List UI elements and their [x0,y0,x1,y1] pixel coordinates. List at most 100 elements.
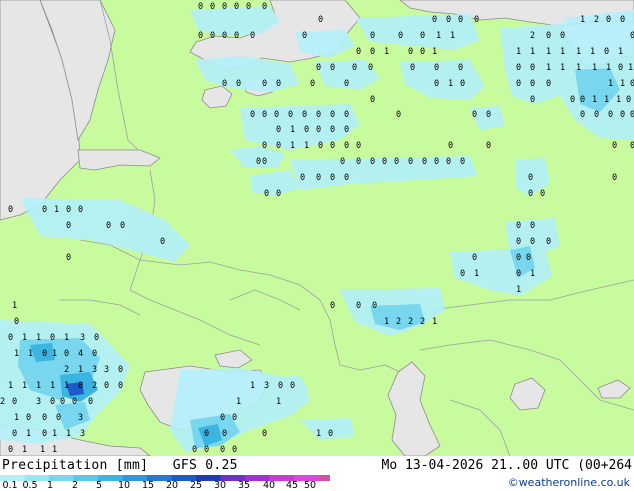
precip-value: 0 [222,2,227,12]
precip-value: 1 [608,79,613,89]
precip-value: 0 [50,333,55,343]
product-label: Precipitation [mm] [2,458,149,473]
precip-value: 0 [516,63,521,73]
precip-value: 0 [408,157,413,167]
precip-value: 1 [530,269,535,279]
precip-value: 0 [560,31,565,41]
precip-value: 0 [310,79,315,89]
precip-value: 1 [22,333,27,343]
precip-value: 0 [250,110,255,120]
precip-value: 1 [14,349,19,359]
precip-value: 0 [472,110,477,120]
precip-value: 0 [434,63,439,73]
precip-value: 1 [516,47,521,57]
precip-value: 0 [262,429,267,439]
precip-value: 0 [458,63,463,73]
precip-value: 1 [576,63,581,73]
precip-value: 0 [612,173,617,183]
precip-value: 0 [330,125,335,135]
precip-value: 0 [344,141,349,151]
precip-value: 0 [458,15,463,25]
precip-value: 0 [64,349,69,359]
precip-value: 1 [530,47,535,57]
precip-value: 1 [604,95,609,105]
precip-value: 1 [22,381,27,391]
precip-value: 0 [274,110,279,120]
precip-value: 0 [222,79,227,89]
precip-value: 0 [370,157,375,167]
precip-value: 1 [64,381,69,391]
precip-value: 0 [330,141,335,151]
precip-value: 0 [262,110,267,120]
precip-value: 0 [72,397,77,407]
precip-value: 0 [420,47,425,57]
precip-value: 0 [394,157,399,167]
precip-value: 0 [330,110,335,120]
precip-value: 1 [276,397,281,407]
precip-value: 1 [384,317,389,327]
credit-link[interactable]: ©weatheronline.co.uk [508,476,630,489]
precip-value: 1 [592,63,597,73]
precip-value: 3 [78,413,83,423]
precip-value: 0 [60,397,65,407]
precip-value: 0 [340,157,345,167]
scale-tick-label: 25 [189,480,203,491]
precip-value: 0 [8,205,13,215]
precip-value: 0 [460,269,465,279]
precip-value: 0 [256,157,261,167]
precip-value: 0 [316,110,321,120]
precip-value: 0 [344,79,349,89]
precip-value: 1 [546,47,551,57]
precip-value: 0 [328,429,333,439]
precip-value: 0 [222,31,227,41]
precip-value: 0 [318,141,323,151]
precip-value: 3 [264,381,269,391]
precip-value: 0 [316,125,321,135]
precip-value: 0 [222,429,227,439]
precip-value: 1 [448,79,453,89]
precip-value: 2 [408,317,413,327]
precip-value: 0 [8,333,13,343]
precip-value: 2 [594,15,599,25]
precip-value: 0 [300,173,305,183]
precip-value: 1 [436,31,441,41]
precip-value: 0 [546,31,551,41]
precip-value: 0 [78,205,83,215]
map-canvas: 0 0 0 0 0 00 0 0 0 0 1 2 0 00 0 0 0 0 0 0 0 0 1 112 0 00 0 1 0 0 101 1 1… [0,0,634,456]
precip-value: 1 [304,141,309,151]
precip-value: 1 [628,63,633,73]
scale-tick-label: 45 [285,480,299,491]
scale-tick-label: 20 [165,480,179,491]
precip-value: 0 [382,157,387,167]
scale-tick-label: 15 [141,480,155,491]
precipitation-map[interactable]: 0000000000012000000000001112000010010111… [0,0,634,456]
precip-value: 0 [198,31,203,41]
precip-value: 0 [330,173,335,183]
precip-value: 0 [344,110,349,120]
precip-value: 0 [236,79,241,89]
precip-value: 0 [432,15,437,25]
precip-value: 0 [448,141,453,151]
precip-value: 1 [14,413,19,423]
precip-value: 0 [606,15,611,25]
precip-value: 0 [368,63,373,73]
precip-value: 0 [526,253,531,263]
precip-value: 0 [160,237,165,247]
precip-value: 0 [486,110,491,120]
precip-value: 1 [12,301,17,311]
precip-value: 0 [540,189,545,199]
precip-value: 1 [516,285,521,295]
precip-value: 1 [560,47,565,57]
scale-tick-label: 2 [71,480,79,491]
precip-value: 0 [94,333,99,343]
precip-value: 1 [54,205,59,215]
precip-value: 1 [52,429,57,439]
precip-value: 0 [264,189,269,199]
precip-value: 0 [318,15,323,25]
precip-value: 0 [120,221,125,231]
precip-value: 0 [12,429,17,439]
precip-value: 1 [66,429,71,439]
precip-value: 0 [446,15,451,25]
scale-tick-label: 50 [303,480,317,491]
precip-value: 0 [630,141,634,151]
